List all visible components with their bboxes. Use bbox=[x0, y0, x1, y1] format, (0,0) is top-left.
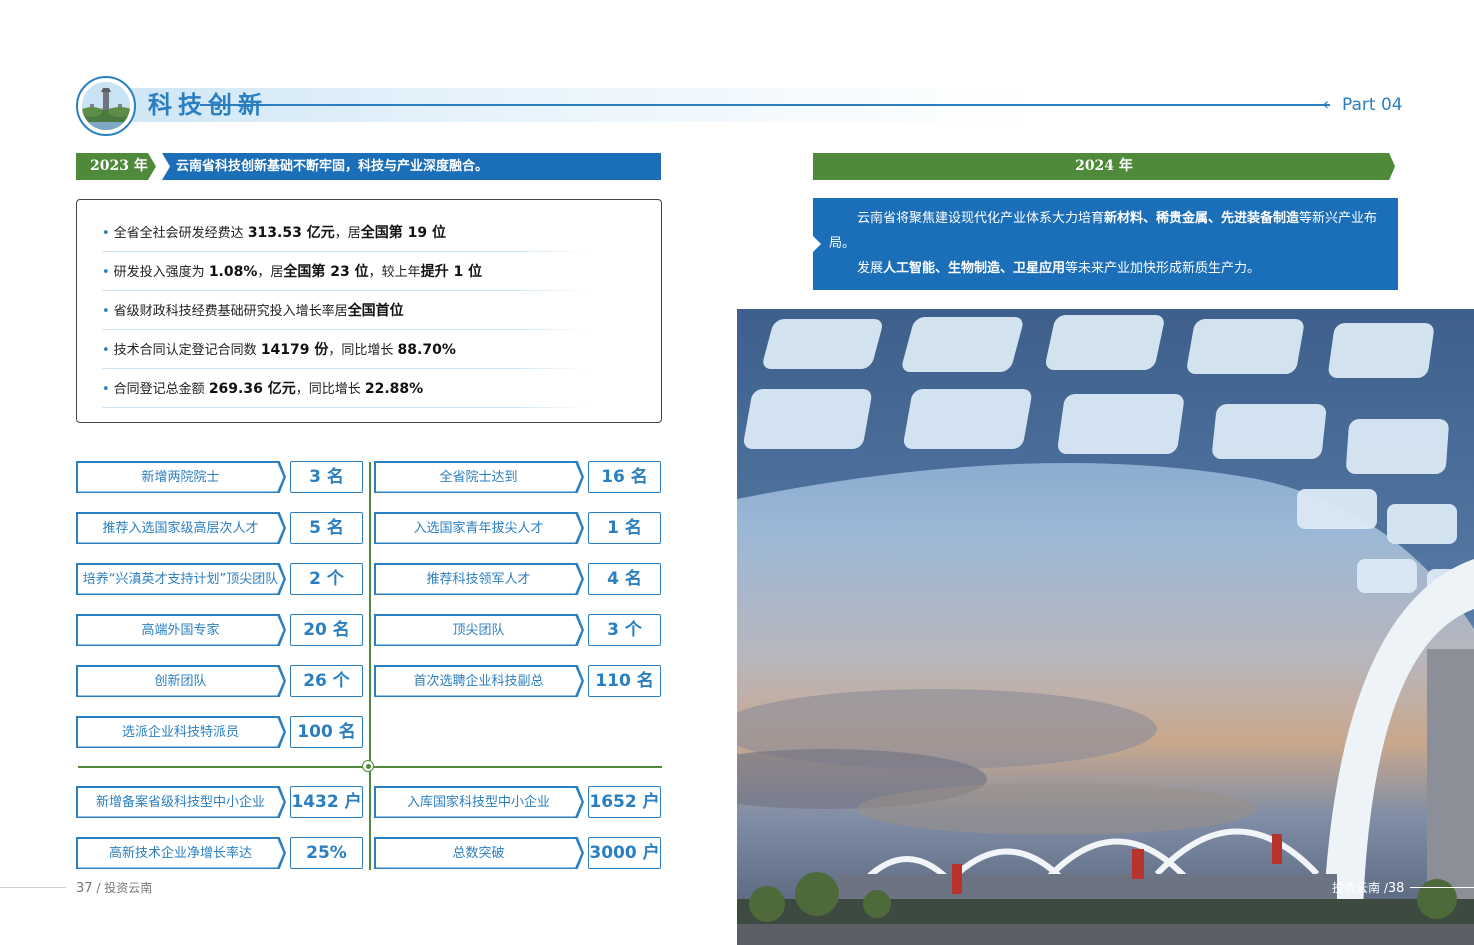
stat-text: ，居 bbox=[257, 265, 284, 280]
section-title: 科技创新 bbox=[148, 91, 268, 119]
stat-highlight: 269.36 亿元 bbox=[208, 381, 296, 397]
page-number: 37 bbox=[76, 881, 93, 896]
publication-name: 投资云南 / bbox=[1332, 881, 1388, 895]
grid-value: 110 名 bbox=[588, 665, 661, 697]
stat-row: • 全省全社会研发经费达 313.53 亿元，居全国第 19 位 bbox=[102, 214, 590, 252]
plan-highlight: 人工智能、生物制造、卫星应用 bbox=[883, 261, 1066, 276]
plan-highlight: 新材料、稀贵金属、先进装备制造 bbox=[1104, 211, 1300, 226]
grid-label: 选派企业科技特派员 bbox=[77, 717, 284, 747]
publication-name: / 投资云南 bbox=[92, 881, 153, 895]
footer-left: 37 / 投资云南 bbox=[76, 880, 152, 897]
divider-node-dot bbox=[366, 764, 371, 769]
grid-value: 100 名 bbox=[290, 716, 363, 748]
year-2023-tag: 2023 年 bbox=[76, 153, 156, 180]
grid-value: 1432 户 bbox=[290, 786, 363, 818]
footer-rule bbox=[0, 887, 66, 888]
plan-text: 云南省将聚焦建设现代化产业体系大力培育 bbox=[857, 211, 1105, 226]
exhibition-center-photo bbox=[737, 309, 1474, 945]
grid-label: 全省院士达到 bbox=[375, 462, 582, 492]
grid-value: 1652 户 bbox=[588, 786, 661, 818]
header-rule bbox=[200, 104, 1330, 106]
stat-text: ，居 bbox=[334, 226, 361, 241]
grid-value: 1 名 bbox=[588, 512, 661, 544]
stat-row: • 技术合同认定登记合同数 14179 份，同比增长 88.70% bbox=[102, 331, 590, 369]
stat-highlight: 88.70% bbox=[397, 342, 456, 358]
grid-label: 培养“兴滇英才支持计划”顶尖团队 bbox=[77, 564, 284, 594]
year-2023-banner: 云南省科技创新基础不断牢固，科技与产业深度融合。 bbox=[162, 153, 661, 180]
grid-label: 入库国家科技型中小企业 bbox=[375, 787, 582, 817]
stat-highlight: 全国首位 bbox=[347, 303, 404, 319]
stat-row: • 研发投入强度为 1.08%，居全国第 23 位，较上年提升 1 位 bbox=[102, 253, 590, 291]
grid-value: 3 个 bbox=[588, 614, 661, 646]
grid-value: 20 名 bbox=[290, 614, 363, 646]
grid-label: 顶尖团队 bbox=[375, 615, 582, 645]
grid-value: 4 名 bbox=[588, 563, 661, 595]
stat-text: 技术合同认定登记合同数 bbox=[113, 343, 261, 358]
stat-highlight: 22.88% bbox=[364, 381, 424, 397]
year-2024-box: 云南省将聚焦建设现代化产业体系大力培育新材料、稀贵金属、先进装备制造等新兴产业布… bbox=[813, 198, 1398, 290]
stat-highlight: 提升 1 位 bbox=[420, 264, 483, 280]
plan-text: 等未来产业加快形成新质生产力。 bbox=[1065, 261, 1261, 276]
stat-row: • 省级财政科技经费基础研究投入增长率居全国首位 bbox=[102, 292, 590, 330]
grid-label: 总数突破 bbox=[375, 838, 582, 868]
grid-value: 2 个 bbox=[290, 563, 363, 595]
grid-label: 高新技术企业净增长率达 bbox=[77, 838, 284, 868]
grid-divider-vertical bbox=[369, 462, 371, 870]
bullet-icon: • bbox=[102, 382, 110, 397]
stat-highlight: 全国第 23 位 bbox=[283, 264, 369, 280]
grid-label: 高端外国专家 bbox=[77, 615, 284, 645]
chevron-left-icon: ‹ bbox=[1322, 94, 1330, 115]
bullet-icon: • bbox=[102, 226, 110, 241]
grid-value: 25% bbox=[290, 837, 363, 869]
page-number: 38 bbox=[1387, 881, 1405, 896]
grid-value: 5 名 bbox=[290, 512, 363, 544]
grid-label: 新增备案省级科技型中小企业 bbox=[77, 787, 284, 817]
grid-value: 26 个 bbox=[290, 665, 363, 697]
grid-value: 16 名 bbox=[588, 461, 661, 493]
notch-icon bbox=[813, 236, 821, 252]
stat-highlight: 313.53 亿元 bbox=[247, 225, 335, 241]
stat-highlight: 1.08% bbox=[208, 264, 258, 280]
grid-label: 入选国家青年拔尖人才 bbox=[375, 513, 582, 543]
bullet-icon: • bbox=[102, 304, 110, 319]
stat-text: 合同登记总金额 bbox=[113, 382, 209, 397]
stat-text: ，同比增长 bbox=[328, 343, 398, 358]
grid-label: 创新团队 bbox=[77, 666, 284, 696]
grid-label: 新增两院院士 bbox=[77, 462, 284, 492]
stat-highlight: 14179 份 bbox=[260, 342, 329, 358]
bullet-icon: • bbox=[102, 265, 110, 280]
stat-text: ，较上年 bbox=[368, 265, 421, 280]
stat-text: 省级财政科技经费基础研究投入增长率居 bbox=[113, 304, 348, 319]
stat-row: • 合同登记总金额 269.36 亿元，同比增长 22.88% bbox=[102, 370, 590, 408]
footer-right: 投资云南 /38 bbox=[1332, 880, 1404, 897]
bullet-icon: • bbox=[102, 343, 110, 358]
grid-value: 3 名 bbox=[290, 461, 363, 493]
grid-label: 推荐科技领军人才 bbox=[375, 564, 582, 594]
stat-text: 研发投入强度为 bbox=[113, 265, 209, 280]
grid-label: 推荐入选国家级高层次人才 bbox=[77, 513, 284, 543]
plan-text: 发展 bbox=[857, 261, 884, 276]
footer-rule bbox=[1410, 887, 1474, 888]
stat-text: ，同比增长 bbox=[295, 382, 365, 397]
grid-value: 3000 户 bbox=[588, 837, 661, 869]
stat-text: 全省全社会研发经费达 bbox=[113, 226, 248, 241]
plan-paragraph: 云南省将聚焦建设现代化产业体系大力培育新材料、稀贵金属、先进装备制造等新兴产业布… bbox=[829, 206, 1389, 256]
stat-highlight: 全国第 19 位 bbox=[360, 225, 446, 241]
plan-paragraph: 发展人工智能、生物制造、卫星应用等未来产业加快形成新质生产力。 bbox=[829, 256, 1389, 281]
grid-label: 首次选聘企业科技副总 bbox=[375, 666, 582, 696]
pagoda-landscape-icon bbox=[82, 82, 130, 130]
part-label: Part 04 bbox=[1342, 95, 1403, 115]
year-2024-banner: 2024 年 bbox=[813, 153, 1395, 180]
